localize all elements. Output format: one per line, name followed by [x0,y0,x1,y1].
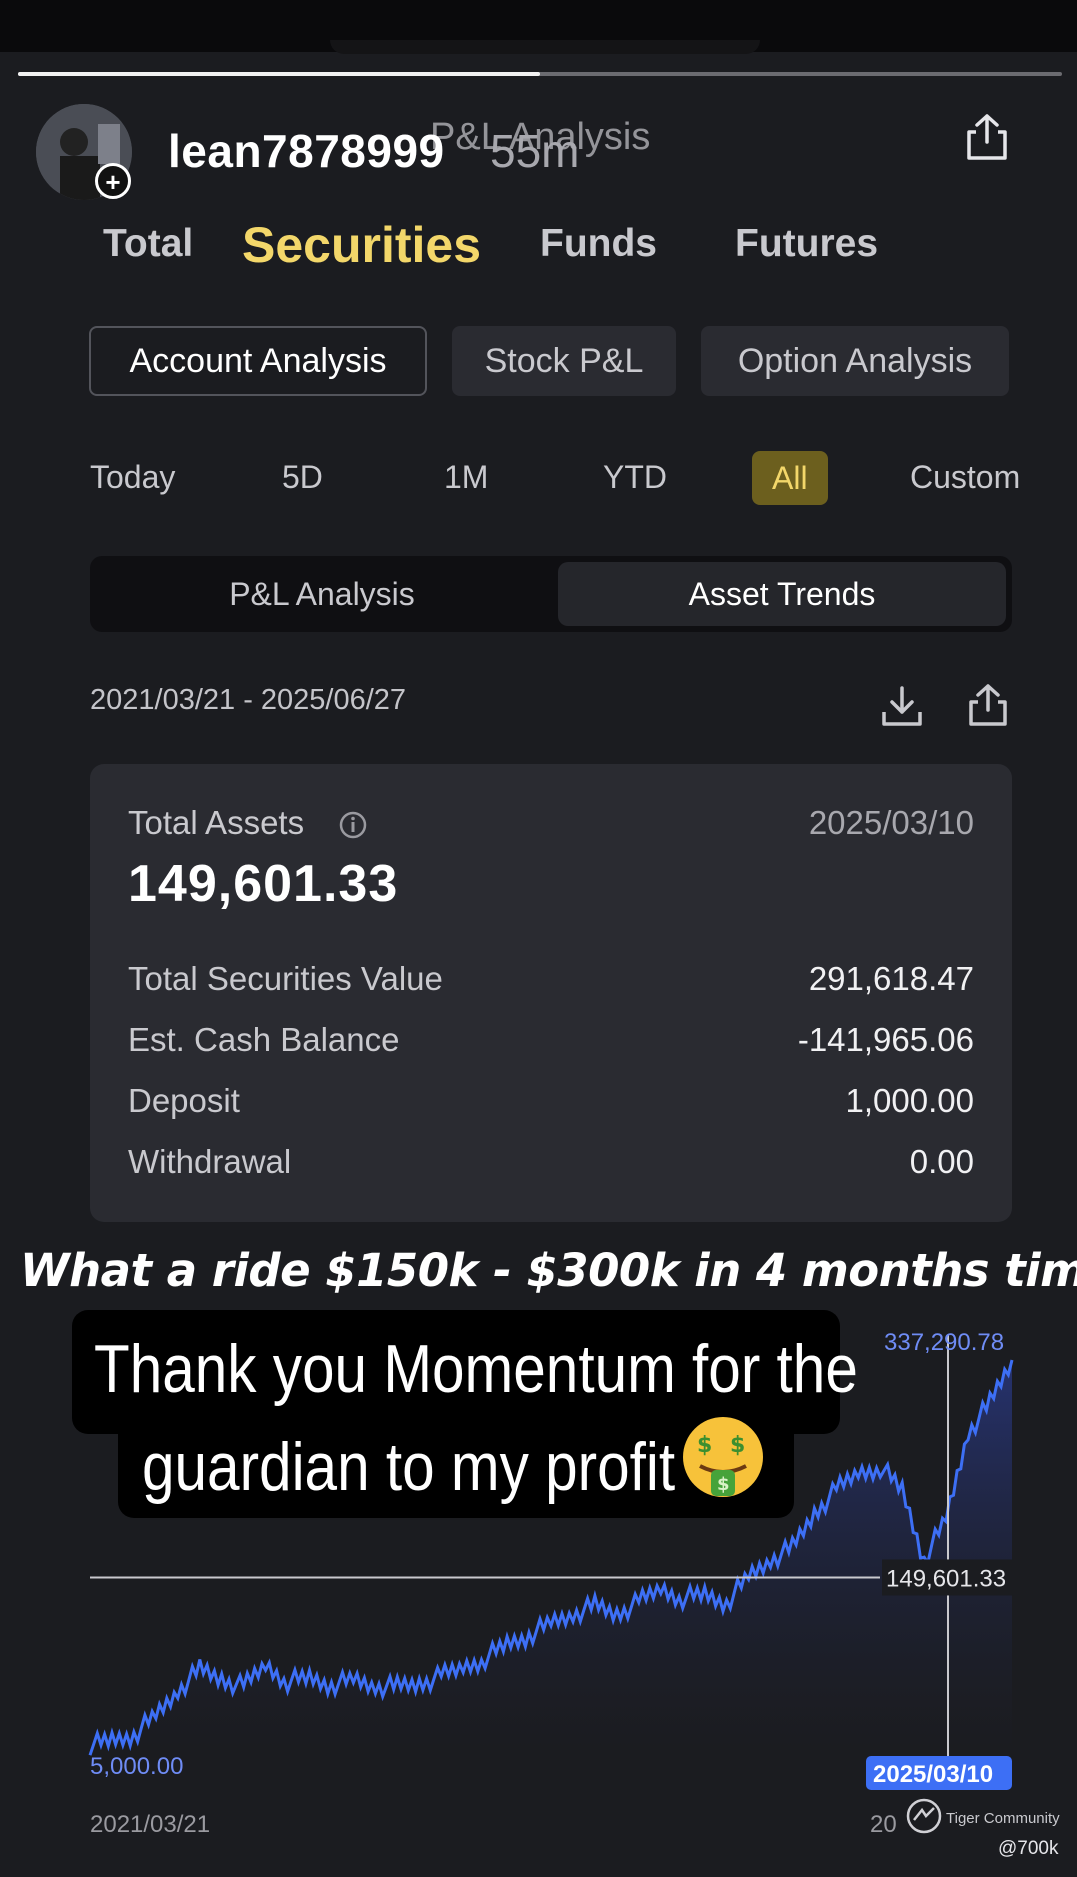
view-toggle: P&L Analysis Asset Trends [90,556,1012,632]
toggle-pnl-analysis[interactable]: P&L Analysis [96,562,548,626]
period-today[interactable]: Today [90,459,175,496]
row-value: 0.00 [909,1143,974,1180]
snapshot-date: 2025/03/10 [808,804,974,841]
tab-account-analysis[interactable]: Account Analysis [89,326,427,396]
x-start-label: 2021/03/21 [90,1811,210,1838]
camera-notch [330,40,760,54]
tab-option-analysis[interactable]: Option Analysis [701,326,1009,396]
tab-stock-pnl[interactable]: Stock P&L [452,326,676,396]
tiger-logo-icon [906,1798,942,1834]
overlay-caption: What a ride $150k - $300k in 4 months ti… [20,1244,1077,1297]
tab-total[interactable]: Total [103,222,193,266]
status-bar [0,0,1077,54]
tab-funds[interactable]: Funds [540,222,657,266]
crosshair-date-label: 2025/03/10 [873,1761,993,1788]
time-ago: 55m [490,125,580,177]
y-max-label: 337,290.78 [884,1329,1004,1356]
svg-text:$: $ [717,1474,730,1495]
period-all[interactable]: All [752,451,828,505]
period-custom[interactable]: Custom [910,459,1020,496]
sticker-text-line2: guardian to my profit [142,1429,676,1505]
svg-text:$: $ [730,1433,745,1458]
money-mouth-face-icon: $ $ $ [683,1417,763,1497]
row-value: 1,000.00 [845,1082,974,1119]
period-1m[interactable]: 1M [444,459,488,496]
row-value: -141,965.06 [797,1021,974,1058]
summary-card: Total Assets 2025/03/10 149,601.33 Total… [90,764,1012,1222]
sticker-text-line1: Thank you Momentum for the [94,1331,858,1407]
watermark-handle: @700k [998,1838,1059,1859]
toggle-asset-trends[interactable]: Asset Trends [558,562,1006,626]
info-icon[interactable] [338,810,368,840]
period-ytd[interactable]: YTD [603,459,667,496]
share-icon[interactable] [964,112,1010,162]
period-5d[interactable]: 5D [282,459,323,496]
row-label: Deposit [128,1082,240,1119]
y-min-label: 5,000.00 [90,1753,183,1780]
row-label: Est. Cash Balance [128,1021,400,1058]
crosshair-value-label: 149,601.33 [886,1565,1006,1592]
story-progress-fill [18,72,540,76]
tab-securities[interactable]: Securities [242,216,481,274]
main-tabs: Total Securities Funds Futures [0,217,1077,282]
tab-futures[interactable]: Futures [735,222,878,266]
story-progress-bar [18,72,1062,76]
date-range[interactable]: 2021/03/21 - 2025/06/27 [90,684,406,717]
svg-text:$: $ [697,1433,712,1458]
row-label: Total Securities Value [128,960,443,997]
username[interactable]: lean7878999 [168,124,445,178]
export-icon[interactable] [966,682,1010,728]
watermark-brand: Tiger Community [946,1810,1060,1827]
total-assets-value: 149,601.33 [128,855,399,913]
download-icon[interactable] [880,684,924,728]
total-assets-label: Total Assets [128,804,305,841]
follow-plus-icon[interactable]: + [95,163,131,199]
row-label: Withdrawal [128,1143,292,1180]
x-end-label: 20 [870,1811,897,1838]
row-value: 291,618.47 [808,960,974,997]
